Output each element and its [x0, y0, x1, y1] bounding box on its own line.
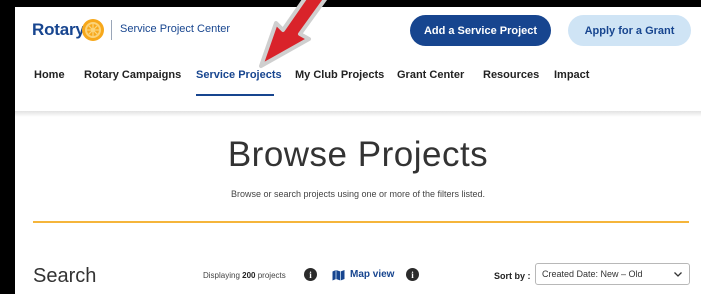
header-shadow — [15, 111, 701, 117]
nav-item-home[interactable]: Home — [34, 69, 65, 81]
nav-item-rotary-campaigns[interactable]: Rotary Campaigns — [84, 69, 181, 81]
rotary-wheel-icon[interactable] — [81, 18, 105, 42]
active-tab-underline — [196, 94, 274, 96]
nav-item-grant-center[interactable]: Grant Center — [397, 69, 464, 81]
results-count-number: 200 — [242, 271, 256, 280]
sort-by-label: Sort by : — [494, 271, 531, 281]
page-title: Browse Projects — [227, 135, 489, 174]
sort-select[interactable]: Created Date: New – Old — [535, 263, 690, 285]
add-service-project-button[interactable]: Add a Service Project — [410, 15, 551, 46]
search-heading: Search — [33, 265, 97, 287]
page-frame: Rotary Service Project Center Add a Serv… — [15, 7, 701, 294]
sort-selected-value: Created Date: New – Old — [542, 269, 643, 279]
apply-for-grant-button[interactable]: Apply for a Grant — [568, 15, 691, 46]
results-count: Displaying 200 projects — [203, 271, 286, 280]
center-name[interactable]: Service Project Center — [120, 23, 230, 35]
red-arrow-annotation — [259, 0, 328, 68]
nav-item-impact[interactable]: Impact — [554, 69, 589, 81]
divider-rule — [33, 221, 689, 223]
nav-item-resources[interactable]: Resources — [483, 69, 539, 81]
displaying-suffix: projects — [257, 271, 286, 280]
rotary-logo-text[interactable]: Rotary — [32, 20, 85, 40]
info-icon[interactable]: i — [304, 268, 317, 281]
site-header: Rotary Service Project Center Add a Serv… — [15, 7, 701, 111]
logo-divider — [111, 20, 112, 40]
map-info-icon[interactable]: i — [406, 268, 419, 281]
page-subtitle: Browse or search projects using one or m… — [230, 189, 486, 199]
map-view-link[interactable]: Map view — [350, 269, 394, 280]
map-icon[interactable] — [332, 269, 345, 281]
displaying-prefix: Displaying — [203, 271, 240, 280]
chevron-down-icon — [674, 272, 682, 277]
